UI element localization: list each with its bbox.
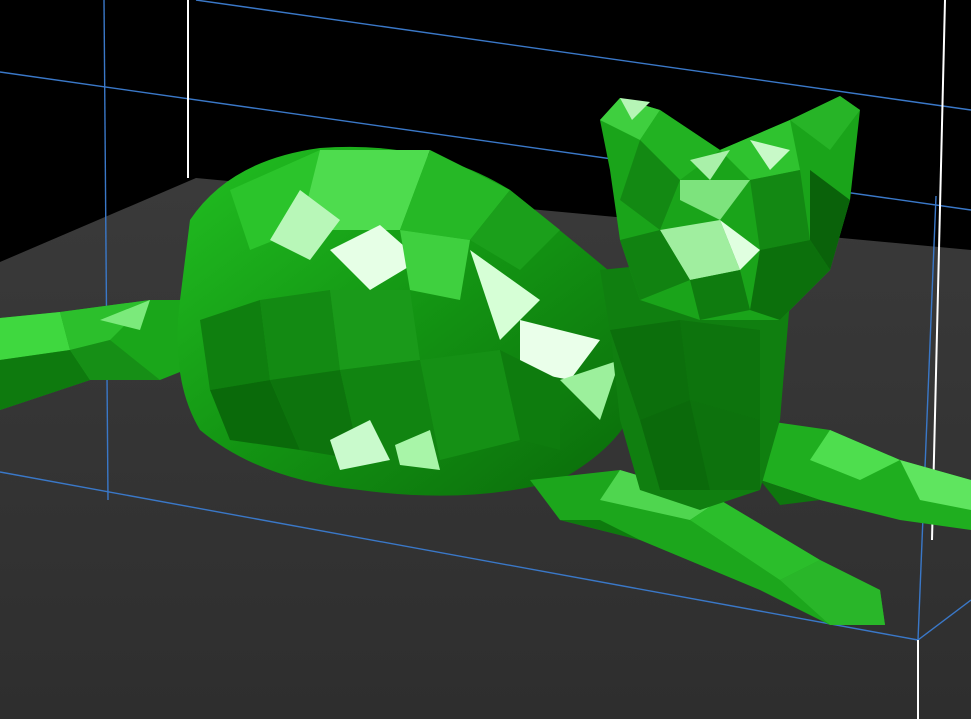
3d-viewport[interactable] [0, 0, 971, 719]
scene [0, 0, 971, 719]
